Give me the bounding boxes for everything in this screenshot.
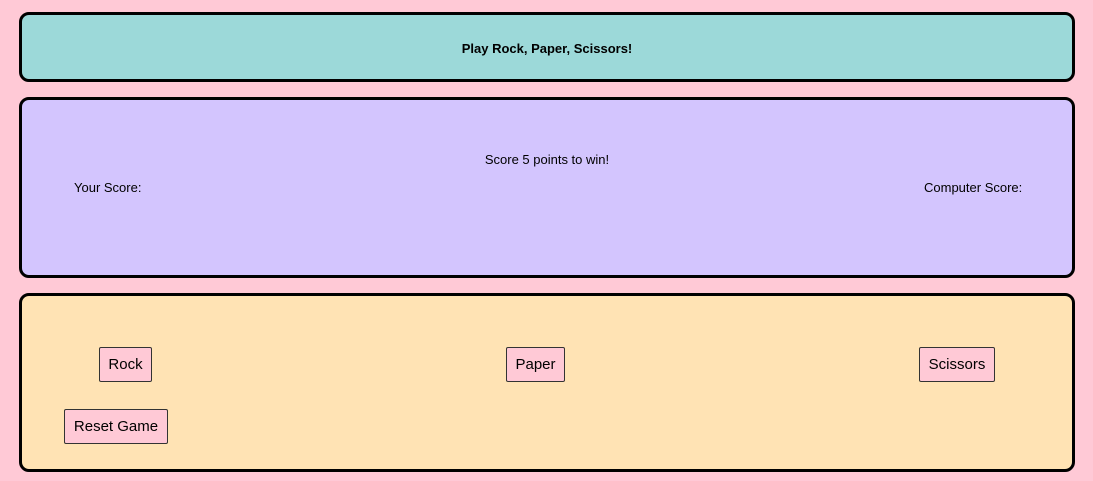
paper-button[interactable]: Paper xyxy=(506,347,565,382)
game-title: Play Rock, Paper, Scissors! xyxy=(461,41,633,56)
win-condition-text: Score 5 points to win! xyxy=(484,152,610,167)
scissors-button[interactable]: Scissors xyxy=(919,347,995,382)
player-score-label: Your Score: xyxy=(74,180,142,195)
header-panel: Play Rock, Paper, Scissors! xyxy=(19,12,1075,82)
rock-button[interactable]: Rock xyxy=(99,347,152,382)
computer-score-label: Computer Score: xyxy=(924,180,1023,195)
controls-panel: Rock Paper Scissors Reset Game xyxy=(19,293,1075,472)
scoreboard-panel: Score 5 points to win! Your Score: Compu… xyxy=(19,97,1075,278)
reset-game-button[interactable]: Reset Game xyxy=(64,409,168,444)
